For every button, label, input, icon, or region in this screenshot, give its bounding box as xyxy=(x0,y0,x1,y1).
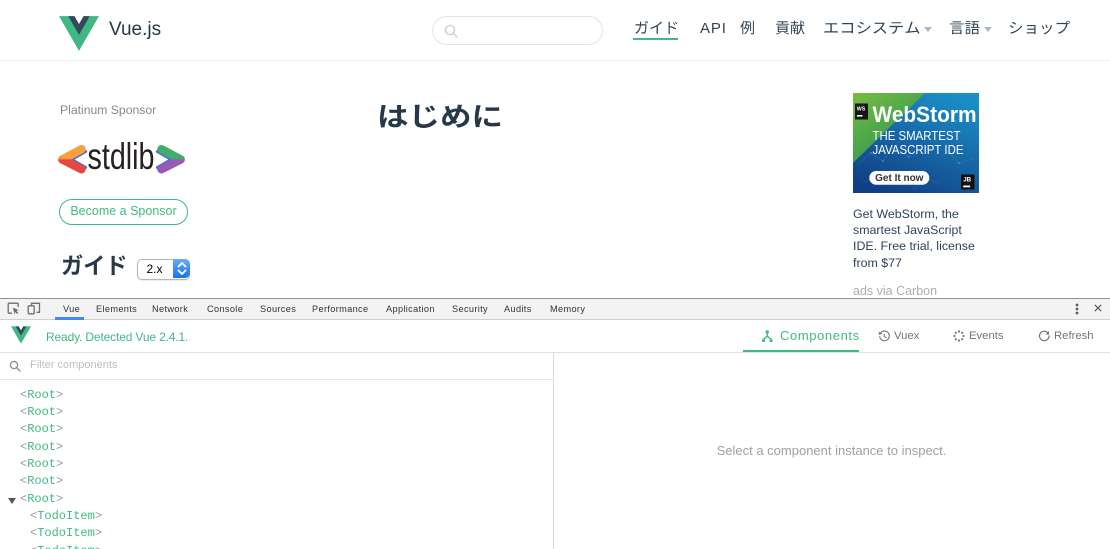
svg-text:Get It now: Get It now xyxy=(875,173,924,184)
svg-text:JB: JB xyxy=(963,177,971,184)
svg-text:THE SMARTEST: THE SMARTEST xyxy=(873,129,961,143)
svg-text:JAVASCRIPT IDE: JAVASCRIPT IDE xyxy=(873,143,964,157)
svg-text:stdlib: stdlib xyxy=(88,136,155,174)
svg-text:WebStorm: WebStorm xyxy=(873,102,977,127)
svg-text:WS: WS xyxy=(857,107,866,113)
